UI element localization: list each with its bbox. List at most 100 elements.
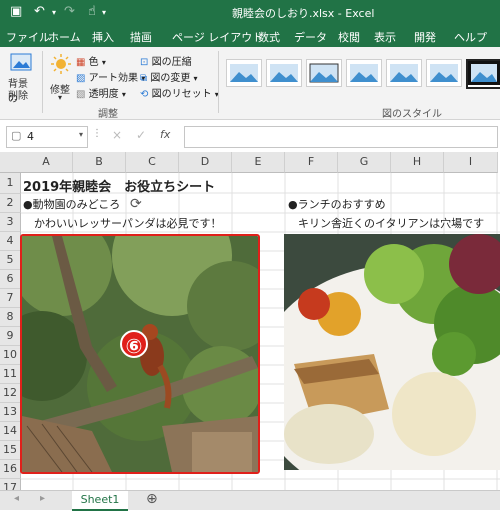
save-icon[interactable]: ▣ (10, 4, 22, 19)
remove-background-label-2: 削除 (8, 91, 28, 102)
chevron-down-icon: ▾ (193, 74, 198, 83)
group-label-adjust: 調整 (98, 109, 118, 120)
row-header-1[interactable]: 1 (0, 173, 21, 194)
name-box[interactable]: ▢ 4 ▾ (6, 126, 88, 148)
cell-f2[interactable]: ●ランチのおすすめ (288, 196, 386, 212)
scroll-tabs-right-icon[interactable]: ▸ (40, 493, 45, 504)
change-picture-button[interactable]: ⧉ 図の変更 ▾ (140, 69, 198, 84)
column-header-g[interactable]: G (338, 152, 391, 173)
chevron-down-icon[interactable]: ▾ (52, 8, 56, 17)
row-header-7[interactable]: 7 (0, 289, 21, 308)
picture-style-thumb (468, 61, 500, 85)
tab-data[interactable]: データ (294, 29, 327, 45)
tab-view[interactable]: 表示 (374, 29, 396, 45)
column-header-d[interactable]: D (179, 152, 232, 173)
column-header-c[interactable]: C (126, 152, 179, 173)
row-header-3[interactable]: 3 (0, 213, 21, 232)
row-header-16[interactable]: 16 (0, 460, 21, 479)
artistic-effects-icon: ▨ (76, 73, 86, 84)
tab-review[interactable]: 校閲 (338, 29, 360, 45)
picture-style-7[interactable] (466, 59, 500, 89)
row-header-15[interactable]: 15 (0, 441, 21, 460)
row-header-6[interactable]: 6 (0, 270, 21, 289)
picture-style-thumb (230, 64, 258, 82)
picture-style-6[interactable] (426, 59, 462, 87)
row-header-13[interactable]: 13 (0, 403, 21, 422)
formula-input[interactable] (184, 126, 498, 148)
picture-style-thumb (430, 64, 458, 82)
picture-object-icon: ▢ (11, 129, 22, 142)
picture-style-4[interactable] (346, 59, 382, 87)
row-header-14[interactable]: 14 (0, 422, 21, 441)
row-header-9[interactable]: 9 (0, 327, 21, 346)
row-header-10[interactable]: 10 (0, 346, 21, 365)
column-header-a[interactable]: A (20, 152, 73, 173)
title-bar: ▣ ↶ ▾ ↷ ☝ ▾ 親睦会のしおり.xlsx - Excel (0, 0, 500, 25)
tab-developer[interactable]: 開発 (414, 29, 436, 45)
customize-qat-icon[interactable]: ▾ (102, 8, 106, 17)
remove-background-icon (10, 53, 32, 71)
more-options-icon: ⋮ (92, 128, 102, 139)
cancel-icon[interactable]: × (112, 128, 122, 142)
tab-home[interactable]: ホーム (48, 29, 81, 45)
insert-function-icon[interactable]: fx (160, 128, 170, 141)
zoo-picture[interactable]: ⑥ (20, 234, 260, 474)
compress-pictures-button[interactable]: ⊡ 図の圧縮 (140, 53, 192, 68)
lunch-plate-photo (284, 234, 500, 470)
chevron-down-icon: ▾ (101, 58, 106, 67)
tab-draw[interactable]: 描画 (130, 29, 152, 45)
tab-help[interactable]: ヘルプ (454, 29, 487, 45)
divider (218, 51, 219, 113)
cell-f3[interactable]: キリン舎近くのイタリアンは穴場です (298, 215, 484, 231)
picture-style-5[interactable] (386, 59, 422, 87)
name-box-value: 4 (27, 130, 34, 143)
enter-icon[interactable]: ✓ (136, 128, 146, 142)
row-header-11[interactable]: 11 (0, 365, 21, 384)
row-header-2[interactable]: 2 (0, 194, 21, 213)
sun-icon (51, 54, 71, 74)
redo-icon[interactable]: ↷ (64, 4, 75, 19)
column-header-f[interactable]: F (285, 152, 338, 173)
chevron-down-icon: ▾ (58, 93, 63, 102)
divider (42, 51, 43, 113)
remove-background-button[interactable]: 背景の 削除 (6, 53, 36, 105)
rotate-handle-icon[interactable]: ⟳ (130, 196, 142, 212)
sheet-tab-sheet1[interactable]: Sheet1 (72, 491, 128, 511)
tab-file[interactable]: ファイル (6, 29, 50, 45)
cell-a3[interactable]: かわいいレッサーパンダは必見です！ (34, 215, 221, 231)
picture-style-3[interactable] (306, 59, 342, 87)
column-header-i[interactable]: I (444, 152, 498, 173)
row-header-5[interactable]: 5 (0, 251, 21, 270)
lunch-picture[interactable] (284, 234, 500, 470)
worksheet-grid: A B C D E F G H I 1 2 3 4 5 6 7 8 9 10 1… (0, 152, 500, 491)
tab-insert[interactable]: 挿入 (92, 29, 114, 45)
row-header-4[interactable]: 4 (0, 232, 21, 251)
undo-icon[interactable]: ↶ (34, 4, 45, 19)
tab-page-layout[interactable]: ページ レイアウト (172, 29, 263, 45)
touch-mode-icon[interactable]: ☝ (88, 4, 96, 19)
reset-picture-button[interactable]: ⟲ 図のリセット ▾ (140, 85, 219, 100)
column-header-h[interactable]: H (391, 152, 444, 173)
cell-a2[interactable]: ●動物園のみどころ (23, 196, 120, 212)
row-header-8[interactable]: 8 (0, 308, 21, 327)
add-sheet-icon[interactable]: ⊕ (146, 491, 158, 507)
color-label: 色 (88, 57, 99, 68)
color-button[interactable]: ▦ 色 ▾ (76, 53, 106, 68)
reset-picture-label: 図のリセット (151, 89, 212, 100)
tab-formulas[interactable]: 数式 (258, 29, 280, 45)
artistic-effects-button[interactable]: ▨ アート効果 ▾ (76, 69, 145, 84)
row-header-12[interactable]: 12 (0, 384, 21, 403)
corrections-button[interactable]: 修整 ▾ (46, 53, 76, 102)
column-header-b[interactable]: B (73, 152, 126, 173)
picture-style-1[interactable] (226, 59, 262, 87)
scroll-tabs-left-icon[interactable]: ◂ (14, 493, 19, 504)
sheet-tab-bar: ◂ ▸ Sheet1 ⊕ (0, 490, 500, 511)
group-label-picture-styles: 図のスタイル (382, 109, 442, 120)
column-header-e[interactable]: E (232, 152, 285, 173)
select-all-corner[interactable] (0, 152, 21, 173)
artistic-effects-label: アート効果 (88, 73, 139, 84)
transparency-button[interactable]: ▧ 透明度 ▾ (76, 85, 126, 100)
picture-style-2[interactable] (266, 59, 302, 87)
formula-bar: ▢ 4 ▾ ⋮ × ✓ fx (0, 120, 500, 153)
cell-a1[interactable]: 2019年親睦会 お役立ちシート (23, 176, 215, 195)
